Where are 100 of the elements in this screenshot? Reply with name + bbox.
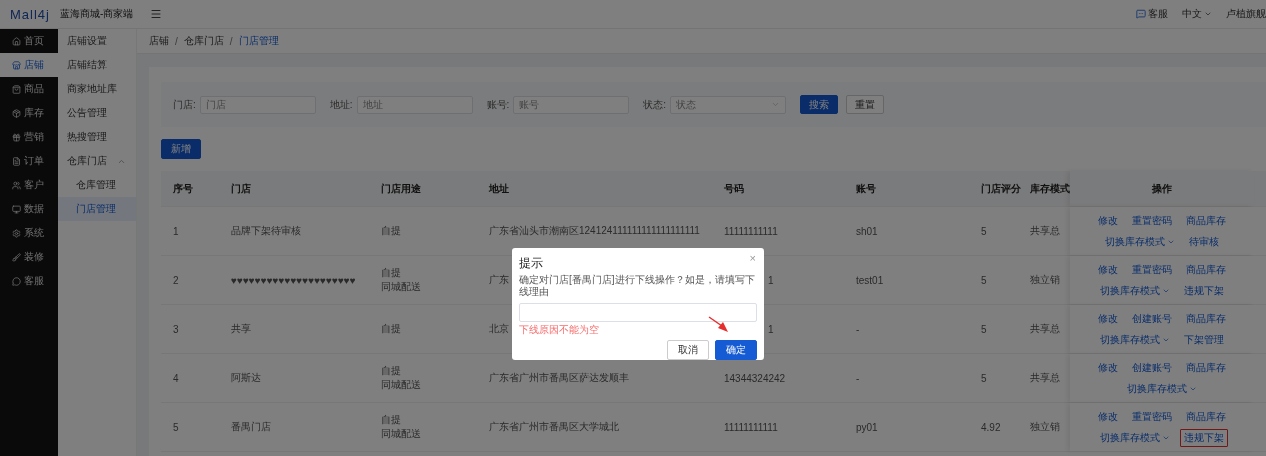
- nav-item[interactable]: 装修: [0, 245, 58, 269]
- language-dropdown[interactable]: 中文: [1182, 7, 1212, 21]
- confirm-button[interactable]: 确定: [715, 340, 757, 360]
- chat-icon: [1136, 9, 1146, 19]
- action-link[interactable]: 重置密码: [1128, 211, 1176, 230]
- gift-icon: [12, 132, 21, 142]
- submenu-item[interactable]: 公告管理: [58, 101, 136, 125]
- action-link[interactable]: 商品库存: [1182, 260, 1230, 279]
- nav-item[interactable]: 系统: [0, 221, 58, 245]
- action-link[interactable]: 创建账号: [1128, 358, 1176, 377]
- mode-dropdown[interactable]: 切换库存模式: [1123, 379, 1201, 398]
- column-header: 门店评分: [980, 181, 1022, 196]
- dialog-message: 确定对门店[番禺门店]进行下线操作？如是，请填写下线理由: [519, 274, 756, 298]
- action-link[interactable]: 修改: [1094, 309, 1122, 328]
- filter-label: 状态:: [643, 97, 667, 112]
- submenu-item[interactable]: 店铺设置: [58, 29, 136, 53]
- monitor-icon: [12, 204, 21, 214]
- nav-item[interactable]: 订单: [0, 149, 58, 173]
- nav-item[interactable]: 营销: [0, 125, 58, 149]
- table-cell: 5: [981, 225, 987, 237]
- table-cell: 独立销: [1030, 273, 1060, 287]
- close-button[interactable]: ×: [749, 252, 756, 264]
- document-icon: [12, 156, 21, 166]
- table-cell: 阿斯达: [231, 371, 261, 385]
- nav-item[interactable]: 库存: [0, 101, 58, 125]
- action-link[interactable]: 重置密码: [1128, 407, 1176, 426]
- table-cell: 广东省汕头市潮南区124124111111111111111111: [489, 224, 700, 238]
- mode-dropdown[interactable]: 切换库存模式: [1096, 428, 1174, 447]
- chat-icon: [12, 276, 21, 286]
- chevron-down-icon: [1204, 10, 1212, 18]
- table-cell: 自提: [381, 224, 401, 238]
- action-link[interactable]: 修改: [1094, 407, 1122, 426]
- table-cell: 北京: [489, 322, 509, 336]
- submenu-item[interactable]: 热搜管理: [58, 125, 136, 149]
- submenu-item[interactable]: 门店管理: [58, 197, 136, 221]
- breadcrumb-link[interactable]: 店铺: [149, 34, 169, 48]
- service-link[interactable]: 客服: [1136, 7, 1168, 21]
- bag-icon: [12, 84, 21, 94]
- table-cell: 5: [981, 323, 987, 335]
- submenu-item[interactable]: 仓库门店: [58, 149, 136, 173]
- table-cell: 4.92: [981, 421, 1001, 433]
- reason-field[interactable]: [519, 303, 757, 322]
- menu-icon[interactable]: [149, 8, 162, 20]
- table-cell: 共享总: [1030, 224, 1060, 238]
- table-cell: 共享总: [1030, 371, 1060, 385]
- submenu-item[interactable]: 商家地址库: [58, 77, 136, 101]
- table-cell: 自提 同城配送: [381, 266, 421, 294]
- action-link[interactable]: 商品库存: [1182, 358, 1230, 377]
- table-cell: 共享总: [1030, 322, 1060, 336]
- action-link[interactable]: 修改: [1094, 260, 1122, 279]
- nav-item[interactable]: 首页: [0, 29, 58, 53]
- column-header: 操作: [1070, 171, 1254, 206]
- action-link[interactable]: 修改: [1094, 358, 1122, 377]
- column-header: 序号: [172, 181, 194, 196]
- users-icon: [12, 180, 21, 190]
- action-link[interactable]: 违规下架: [1180, 281, 1228, 300]
- action-link[interactable]: 修改: [1094, 211, 1122, 230]
- add-button[interactable]: 新增: [161, 139, 201, 159]
- table-cell: 广东: [489, 273, 509, 287]
- nav-item[interactable]: 客服: [0, 269, 58, 293]
- action-link[interactable]: 商品库存: [1182, 211, 1230, 230]
- breadcrumb-separator: /: [229, 35, 233, 47]
- table-cell: 1: [768, 274, 774, 286]
- action-link[interactable]: 商品库存: [1182, 309, 1230, 328]
- action-link[interactable]: 商品库存: [1182, 407, 1230, 426]
- table-cell: 1: [768, 323, 774, 335]
- mode-dropdown[interactable]: 切换库存模式: [1096, 281, 1174, 300]
- cancel-button[interactable]: 取消: [667, 340, 709, 360]
- nav-item[interactable]: 客户: [0, 173, 58, 197]
- table-cell: sh01: [856, 225, 878, 237]
- action-link[interactable]: 重置密码: [1128, 260, 1176, 279]
- mode-dropdown[interactable]: 切换库存模式: [1101, 232, 1179, 251]
- table-cell: 5: [981, 372, 987, 384]
- table-cell: 广东省广州市番禺区萨达发顺丰: [489, 371, 629, 385]
- nav-item[interactable]: 店铺: [0, 53, 58, 77]
- action-link[interactable]: 下架管理: [1180, 330, 1228, 349]
- column-header: 门店用途: [380, 181, 422, 196]
- action-link[interactable]: 违规下架: [1180, 428, 1228, 447]
- submenu-item[interactable]: 仓库管理: [58, 173, 136, 197]
- submenu-item[interactable]: 店铺结算: [58, 53, 136, 77]
- table-cell: 11111111111: [724, 225, 778, 237]
- reset-button[interactable]: 重置: [846, 95, 885, 114]
- search-button[interactable]: 搜索: [800, 95, 839, 114]
- action-link[interactable]: 待审核: [1185, 232, 1223, 251]
- table-cell: 5: [173, 421, 179, 433]
- action-link[interactable]: 创建账号: [1128, 309, 1176, 328]
- column-header: 地址: [488, 181, 510, 196]
- nav-item[interactable]: 数据: [0, 197, 58, 221]
- table-cell: 品牌下架待审核: [231, 224, 301, 238]
- column-header: 号码: [723, 181, 745, 196]
- brush-icon: [12, 252, 21, 262]
- nav-item[interactable]: 商品: [0, 77, 58, 101]
- table-cell: 1: [173, 225, 179, 237]
- package-icon: [12, 108, 21, 118]
- breadcrumb-link[interactable]: 仓库门店: [183, 34, 224, 48]
- mode-dropdown[interactable]: 切换库存模式: [1096, 330, 1174, 349]
- store-name[interactable]: 卢植旗舰: [1226, 7, 1266, 21]
- table-cell: ♥♥♥♥♥♥♥♥♥♥♥♥♥♥♥♥♥♥♥♥♥: [231, 274, 356, 286]
- table-cell: -: [856, 372, 860, 384]
- table-cell: 共享: [231, 322, 251, 336]
